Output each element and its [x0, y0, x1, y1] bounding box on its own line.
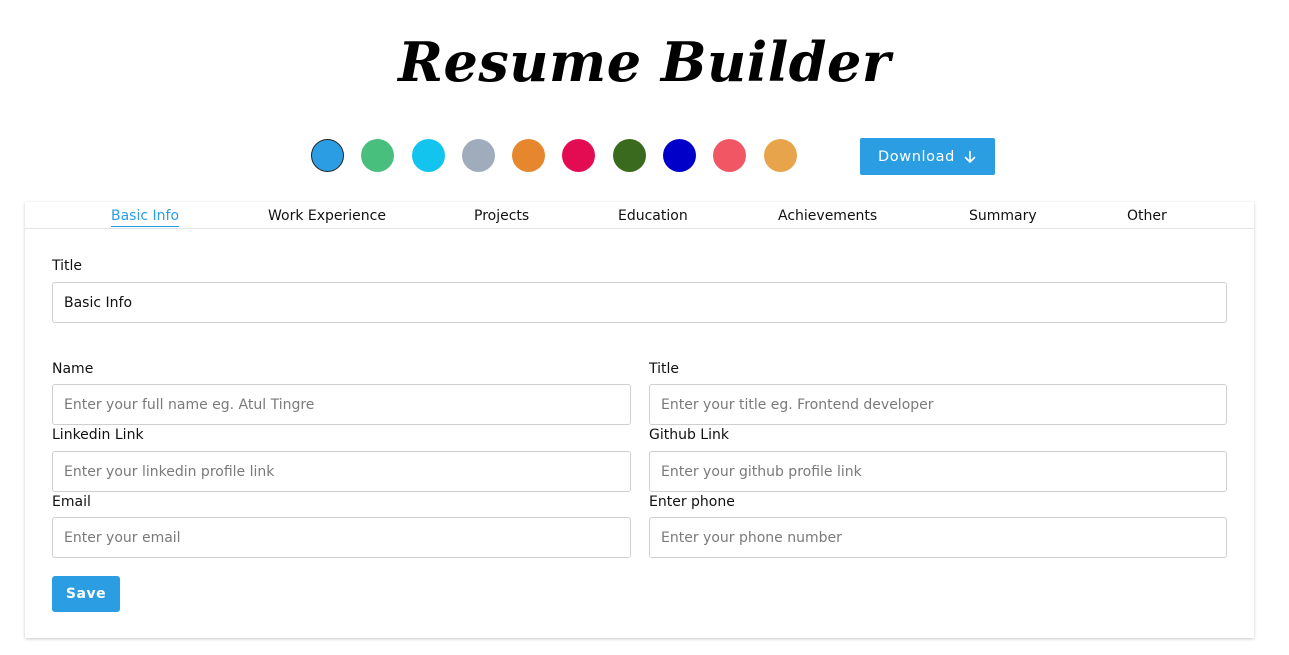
- linkedin-label: Linkedin Link: [52, 427, 144, 443]
- phone-input[interactable]: [649, 517, 1227, 558]
- download-button[interactable]: Download: [860, 138, 995, 175]
- color-swatch-navy[interactable]: [663, 139, 697, 172]
- color-swatch-blue[interactable]: [311, 139, 344, 172]
- section-title-input[interactable]: [52, 282, 1227, 323]
- tab-work-experience[interactable]: Work Experience: [268, 208, 386, 226]
- color-swatch-gray[interactable]: [461, 139, 495, 172]
- name-input[interactable]: [52, 384, 631, 425]
- tab-education[interactable]: Education: [618, 208, 688, 226]
- email-input[interactable]: [52, 517, 631, 558]
- github-label: Github Link: [649, 427, 729, 443]
- email-label: Email: [52, 494, 91, 510]
- title-label: Title: [649, 361, 680, 377]
- color-swatch-cyan[interactable]: [411, 139, 445, 172]
- color-swatches: [311, 139, 814, 172]
- tab-summary[interactable]: Summary: [969, 208, 1037, 226]
- form-card: Basic Info Work Experience Projects Educ…: [25, 202, 1254, 638]
- name-label: Name: [52, 361, 94, 377]
- title-input[interactable]: [649, 384, 1227, 425]
- color-swatch-amber[interactable]: [763, 139, 797, 172]
- color-swatch-dark-green[interactable]: [612, 139, 646, 172]
- color-swatch-crimson[interactable]: [562, 139, 596, 172]
- color-swatch-orange[interactable]: [512, 139, 546, 172]
- section-tabs: Basic Info Work Experience Projects Educ…: [25, 202, 1254, 229]
- color-swatch-coral[interactable]: [713, 139, 747, 172]
- tab-basic-info[interactable]: Basic Info: [111, 208, 180, 227]
- tab-projects[interactable]: Projects: [474, 208, 529, 226]
- linkedin-input[interactable]: [52, 451, 631, 492]
- section-title-label: Title: [52, 258, 83, 274]
- download-label: Download: [878, 148, 955, 165]
- arrow-down-icon: [964, 150, 976, 163]
- tab-achievements[interactable]: Achievements: [778, 208, 877, 226]
- tab-other[interactable]: Other: [1127, 208, 1167, 226]
- page-title: Resume Builder: [398, 30, 891, 94]
- color-swatch-green[interactable]: [361, 139, 395, 172]
- phone-label: Enter phone: [649, 494, 735, 510]
- github-input[interactable]: [649, 451, 1227, 492]
- save-button[interactable]: Save: [52, 576, 120, 612]
